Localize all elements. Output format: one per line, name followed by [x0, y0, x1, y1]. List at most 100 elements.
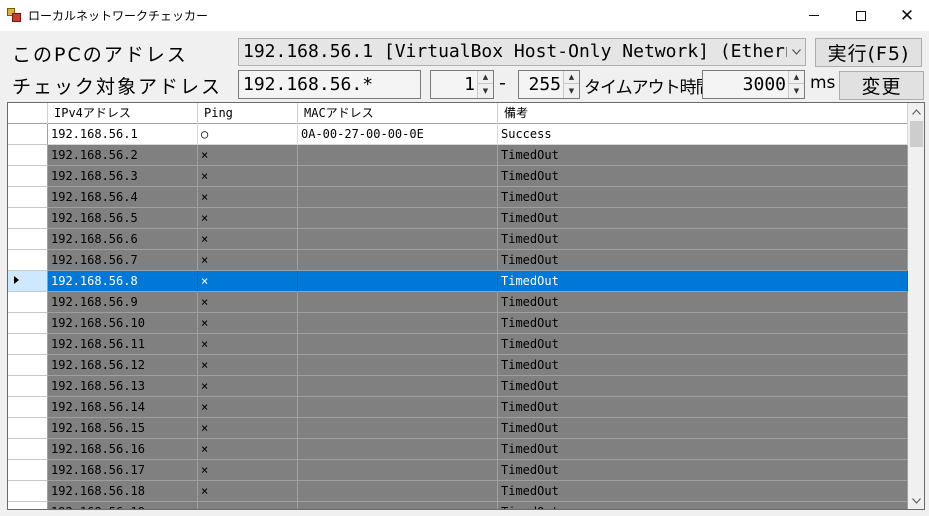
- row-header[interactable]: [8, 229, 48, 250]
- cell-mac[interactable]: [298, 397, 498, 418]
- cell-note[interactable]: TimedOut: [498, 292, 908, 313]
- cell-ip[interactable]: 192.168.56.1: [48, 124, 198, 145]
- cell-ping[interactable]: ×: [198, 439, 298, 460]
- cell-ip[interactable]: 192.168.56.16: [48, 439, 198, 460]
- row-header[interactable]: [8, 418, 48, 439]
- cell-ip[interactable]: 192.168.56.14: [48, 397, 198, 418]
- table-row[interactable]: 192.168.56.2 × TimedOut: [8, 145, 908, 166]
- cell-ping[interactable]: ×: [198, 397, 298, 418]
- cell-note[interactable]: TimedOut: [498, 145, 908, 166]
- cell-mac[interactable]: [298, 334, 498, 355]
- cell-note[interactable]: TimedOut: [498, 439, 908, 460]
- table-row[interactable]: 192.168.56.4 × TimedOut: [8, 187, 908, 208]
- cell-ping[interactable]: ×: [198, 460, 298, 481]
- cell-ping[interactable]: ×: [198, 292, 298, 313]
- row-header[interactable]: [8, 376, 48, 397]
- row-header[interactable]: [8, 250, 48, 271]
- cell-ip[interactable]: 192.168.56.18: [48, 481, 198, 502]
- column-header-note[interactable]: 備考: [498, 103, 908, 124]
- table-row[interactable]: 192.168.56.12 × TimedOut: [8, 355, 908, 376]
- table-row[interactable]: 192.168.56.10 × TimedOut: [8, 313, 908, 334]
- cell-note[interactable]: TimedOut: [498, 334, 908, 355]
- table-row[interactable]: 192.168.56.15 × TimedOut: [8, 418, 908, 439]
- run-button[interactable]: 実行(F5): [815, 38, 922, 67]
- cell-ip[interactable]: 192.168.56.12: [48, 355, 198, 376]
- table-row[interactable]: 192.168.56.11 × TimedOut: [8, 334, 908, 355]
- table-row[interactable]: 192.168.56.8 × TimedOut: [8, 271, 908, 292]
- cell-ping[interactable]: ×: [198, 481, 298, 502]
- spin-up-icon[interactable]: ▲: [789, 71, 804, 84]
- pc-address-select[interactable]: 192.168.56.1 [VirtualBox Host-Only Netwo…: [238, 38, 806, 66]
- spin-down-icon[interactable]: ▼: [564, 84, 579, 97]
- table-row[interactable]: 192.168.56.13 × TimedOut: [8, 376, 908, 397]
- cell-note[interactable]: Success: [498, 124, 908, 145]
- cell-note[interactable]: TimedOut: [498, 229, 908, 250]
- row-header[interactable]: [8, 355, 48, 376]
- row-header[interactable]: [8, 460, 48, 481]
- cell-ping[interactable]: ×: [198, 334, 298, 355]
- cell-mac[interactable]: [298, 166, 498, 187]
- table-row[interactable]: 192.168.56.1 ○ 0A-00-27-00-00-0E Success: [8, 124, 908, 145]
- cell-ping[interactable]: ×: [198, 418, 298, 439]
- minimize-button[interactable]: [791, 0, 837, 31]
- cell-ping[interactable]: ×: [198, 355, 298, 376]
- cell-note[interactable]: TimedOut: [498, 418, 908, 439]
- cell-ip[interactable]: 192.168.56.2: [48, 145, 198, 166]
- table-row[interactable]: 192.168.56.3 × TimedOut: [8, 166, 908, 187]
- range-start-stepper[interactable]: 1 ▲ ▼: [430, 70, 494, 99]
- table-row[interactable]: 192.168.56.17 × TimedOut: [8, 460, 908, 481]
- scroll-up-icon[interactable]: [908, 103, 924, 120]
- range-end-stepper[interactable]: 255 ▲ ▼: [518, 70, 580, 99]
- cell-ip[interactable]: 192.168.56.13: [48, 376, 198, 397]
- row-header[interactable]: [8, 187, 48, 208]
- column-header-mac[interactable]: MACアドレス: [298, 103, 498, 124]
- table-row[interactable]: 192.168.56.5 × TimedOut: [8, 208, 908, 229]
- cell-mac[interactable]: [298, 250, 498, 271]
- cell-note[interactable]: TimedOut: [498, 397, 908, 418]
- row-header[interactable]: [8, 124, 48, 145]
- cell-ip[interactable]: 192.168.56.4: [48, 187, 198, 208]
- cell-note[interactable]: TimedOut: [498, 502, 908, 509]
- cell-note[interactable]: TimedOut: [498, 208, 908, 229]
- cell-ping[interactable]: ×: [198, 208, 298, 229]
- row-header[interactable]: [8, 334, 48, 355]
- target-address-input[interactable]: 192.168.56.*: [238, 70, 421, 99]
- cell-note[interactable]: TimedOut: [498, 481, 908, 502]
- cell-mac[interactable]: [298, 145, 498, 166]
- cell-ping[interactable]: ×: [198, 271, 298, 292]
- cell-ip[interactable]: 192.168.56.5: [48, 208, 198, 229]
- cell-note[interactable]: TimedOut: [498, 187, 908, 208]
- cell-ip[interactable]: 192.168.56.17: [48, 460, 198, 481]
- cell-mac[interactable]: 0A-00-27-00-00-0E: [298, 124, 498, 145]
- spin-down-icon[interactable]: ▼: [478, 84, 493, 97]
- row-header[interactable]: [8, 271, 48, 292]
- cell-ping[interactable]: ×: [198, 250, 298, 271]
- cell-note[interactable]: TimedOut: [498, 250, 908, 271]
- spin-up-icon[interactable]: ▲: [564, 71, 579, 84]
- table-row[interactable]: 192.168.56.18 × TimedOut: [8, 481, 908, 502]
- cell-mac[interactable]: [298, 502, 498, 509]
- cell-mac[interactable]: [298, 355, 498, 376]
- row-header[interactable]: [8, 313, 48, 334]
- cell-mac[interactable]: [298, 229, 498, 250]
- cell-ping[interactable]: ×: [198, 187, 298, 208]
- table-row[interactable]: 192.168.56.14 × TimedOut: [8, 397, 908, 418]
- table-row[interactable]: 192.168.56.9 × TimedOut: [8, 292, 908, 313]
- cell-note[interactable]: TimedOut: [498, 166, 908, 187]
- spin-down-icon[interactable]: ▼: [789, 84, 804, 97]
- cell-mac[interactable]: [298, 481, 498, 502]
- row-header[interactable]: [8, 502, 48, 509]
- cell-mac[interactable]: [298, 292, 498, 313]
- cell-ping[interactable]: ×: [198, 313, 298, 334]
- table-row[interactable]: 192.168.56.16 × TimedOut: [8, 439, 908, 460]
- chevron-down-icon[interactable]: [787, 39, 805, 65]
- cell-mac[interactable]: [298, 439, 498, 460]
- scroll-down-icon[interactable]: [908, 492, 924, 509]
- scroll-thumb[interactable]: [910, 121, 923, 147]
- row-header[interactable]: [8, 292, 48, 313]
- table-row[interactable]: 192.168.56.6 × TimedOut: [8, 229, 908, 250]
- column-header-ip[interactable]: IPv4アドレス: [48, 103, 198, 124]
- table-row[interactable]: 192.168.56.19× TimedOut: [8, 502, 908, 509]
- close-button[interactable]: ✕: [884, 0, 929, 31]
- row-header-corner[interactable]: [8, 103, 48, 124]
